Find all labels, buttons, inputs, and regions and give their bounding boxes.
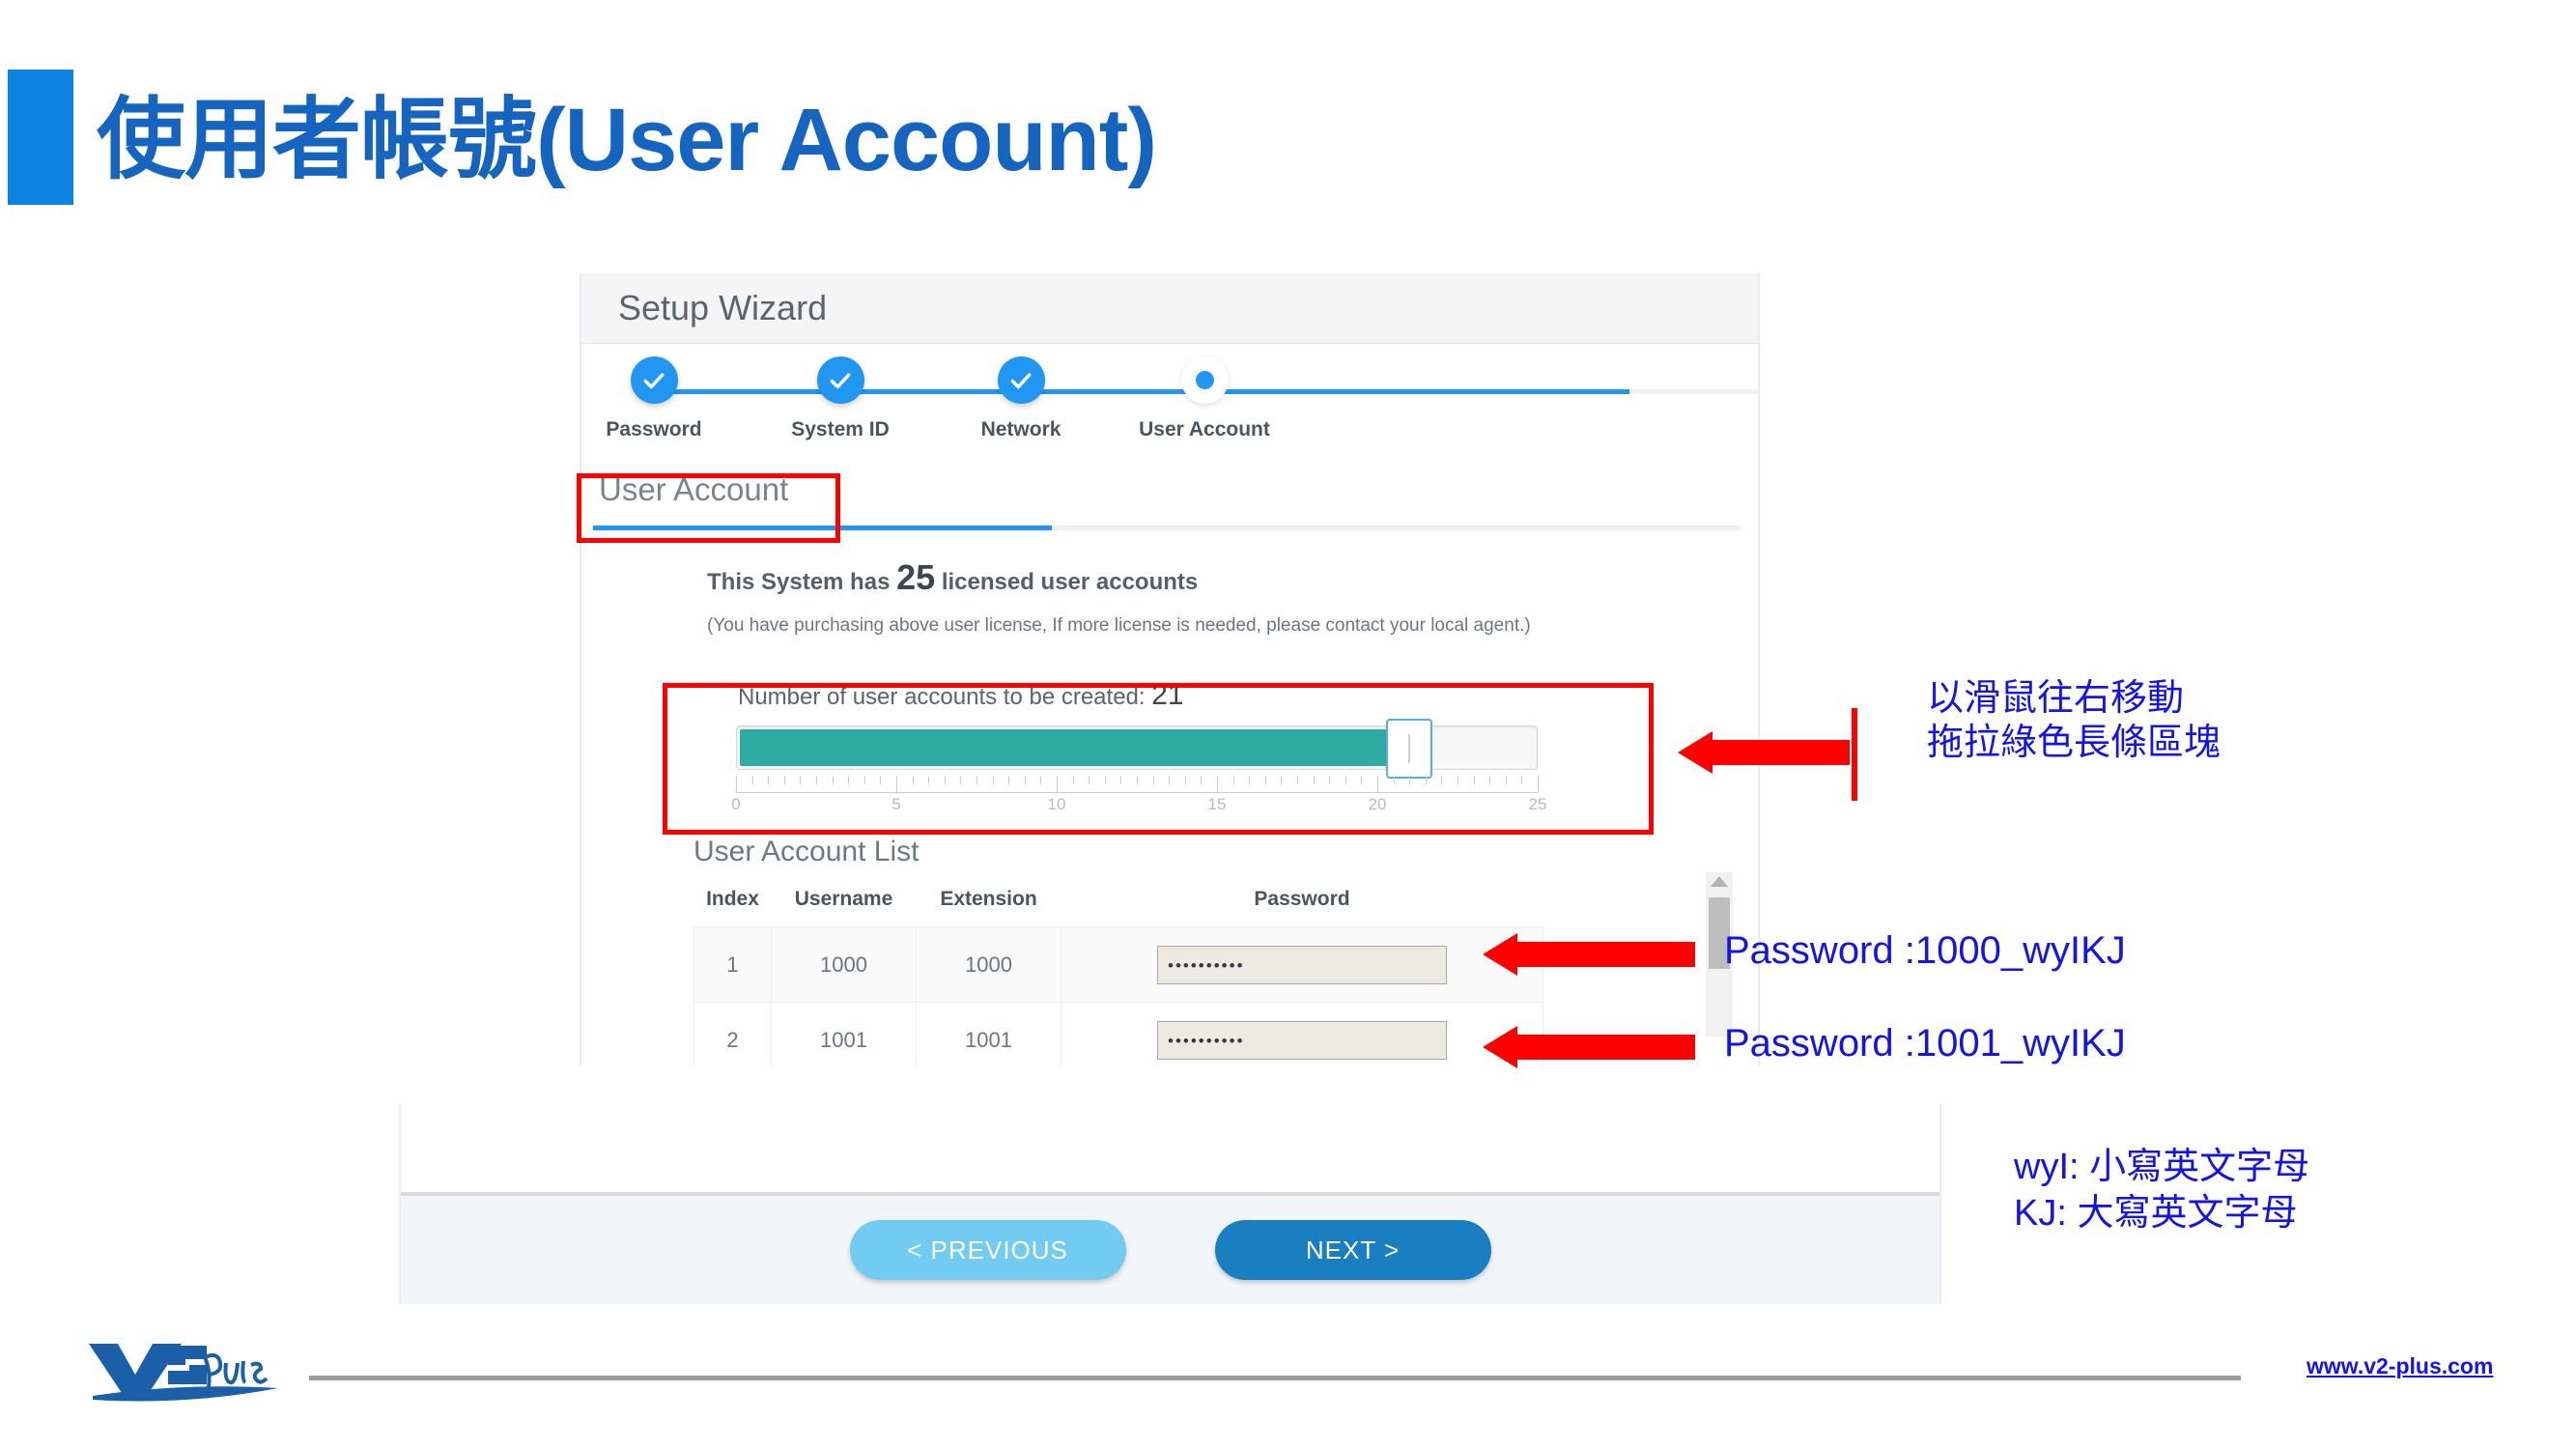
password-input[interactable]: •••••••••• <box>1157 1020 1447 1060</box>
arrow-tail <box>1852 708 1857 801</box>
arrow-head-icon <box>1678 731 1713 774</box>
cell-extension: 1000 <box>916 926 1062 1003</box>
scroll-up-arrow-icon[interactable] <box>1711 876 1728 887</box>
license-headline: This System has 25 licensed user account… <box>707 557 1758 598</box>
cell-index: 1 <box>694 926 772 1003</box>
table-row: 2 1001 1001 •••••••••• <box>694 1002 1543 1065</box>
callout-arrow-password-row2 <box>1483 1026 1695 1068</box>
step-status-dot-current <box>1180 356 1229 404</box>
user-account-list-title: User Account List <box>694 836 920 867</box>
column-header-extension: Extension <box>940 888 1037 910</box>
license-note: (You have purchasing above user license,… <box>707 615 1531 636</box>
column-header-index: Index <box>706 888 759 910</box>
app-header: Setup Wizard <box>581 273 1758 344</box>
callout-arrow-password-row1 <box>1483 933 1695 976</box>
step-label: Password <box>606 418 702 440</box>
next-button[interactable]: NEXT > <box>1214 1220 1491 1280</box>
cell-username: 1001 <box>771 1002 917 1065</box>
highlight-box-user-account-tab <box>577 473 840 543</box>
annotation-slider-hint-line1: 以滑鼠往右移動 <box>1927 678 2185 719</box>
check-icon <box>1010 372 1032 388</box>
wizard-step-system-id[interactable]: System ID <box>744 356 937 441</box>
step-label: System ID <box>791 418 890 440</box>
wizard-step-network[interactable]: Network <box>924 356 1118 441</box>
footer-button-bar: < PREVIOUS NEXT > <box>401 1196 1939 1304</box>
callout-arrow-slider <box>1678 708 1857 801</box>
password-input[interactable]: •••••••••• <box>1157 945 1447 984</box>
license-suffix: licensed user accounts <box>941 569 1199 595</box>
cell-index: 2 <box>694 1002 772 1065</box>
annotation-legend-line2: KJ: 大寫英文字母 <box>2014 1192 2298 1234</box>
arrow-head-icon <box>1483 1026 1517 1068</box>
wizard-step-password[interactable]: Password <box>557 356 750 441</box>
annotation-slider-hint-line2: 拖拉綠色長條區塊 <box>1927 723 2222 764</box>
table-header-row: Index Username Extension Password <box>694 878 1543 927</box>
previous-button[interactable]: < PREVIOUS <box>849 1220 1126 1280</box>
v2plus-logo <box>89 1344 278 1402</box>
wizard-footer-panel: < PREVIOUS NEXT > <box>399 1103 1941 1304</box>
arrow-shaft <box>1515 1035 1695 1060</box>
check-icon <box>643 372 665 388</box>
column-header-username: Username <box>794 888 893 910</box>
highlight-box-slider <box>663 683 1654 835</box>
annotation-password-row1: Password :1000_wyIKJ <box>1724 929 2126 972</box>
annotation-legend-line1: wyI: 小寫英文字母 <box>2014 1147 2310 1187</box>
footer-spacer <box>401 1103 1939 1192</box>
cell-password: •••••••••• <box>1061 1002 1543 1065</box>
step-label: User Account <box>1139 418 1270 440</box>
user-account-table: Index Username Extension Password 1 1000… <box>694 878 1543 1065</box>
annotation-legend: wyI: 小寫英文字母 KJ: 大寫英文字母 <box>2014 1145 2309 1236</box>
license-prefix: This System has <box>707 569 891 595</box>
cell-extension: 1001 <box>916 1002 1062 1065</box>
cell-username: 1000 <box>771 926 917 1003</box>
arrow-shaft <box>1711 740 1850 765</box>
footer-divider-line <box>309 1376 2241 1380</box>
footer-website-link[interactable]: www.v2-plus.com <box>2307 1353 2493 1379</box>
license-count: 25 <box>896 557 936 597</box>
annotation-slider-hint: 以滑鼠往右移動 拖拉綠色長條區塊 <box>1927 676 2221 766</box>
arrow-shaft <box>1515 942 1695 967</box>
check-icon <box>830 372 851 388</box>
table-row: 1 1000 1000 •••••••••• <box>694 926 1543 1003</box>
cell-password: •••••••••• <box>1061 926 1543 1003</box>
step-status-dot <box>630 356 678 404</box>
page-title: 使用者帳號(User Account) <box>97 91 1157 189</box>
license-info: This System has 25 licensed user account… <box>581 530 1758 637</box>
annotation-password-row2: Password :1001_wyIKJ <box>1724 1022 2126 1065</box>
column-header-password: Password <box>1254 888 1350 910</box>
step-status-dot <box>816 356 864 404</box>
app-header-title: Setup Wizard <box>618 288 828 327</box>
arrow-head-icon <box>1483 933 1517 976</box>
wizard-step-user-account[interactable]: User Account <box>1108 356 1301 441</box>
title-accent-bar <box>8 70 73 205</box>
step-status-dot <box>997 356 1045 404</box>
wizard-steps: Password System ID Network User Account <box>581 344 1758 462</box>
step-label: Network <box>980 418 1062 440</box>
